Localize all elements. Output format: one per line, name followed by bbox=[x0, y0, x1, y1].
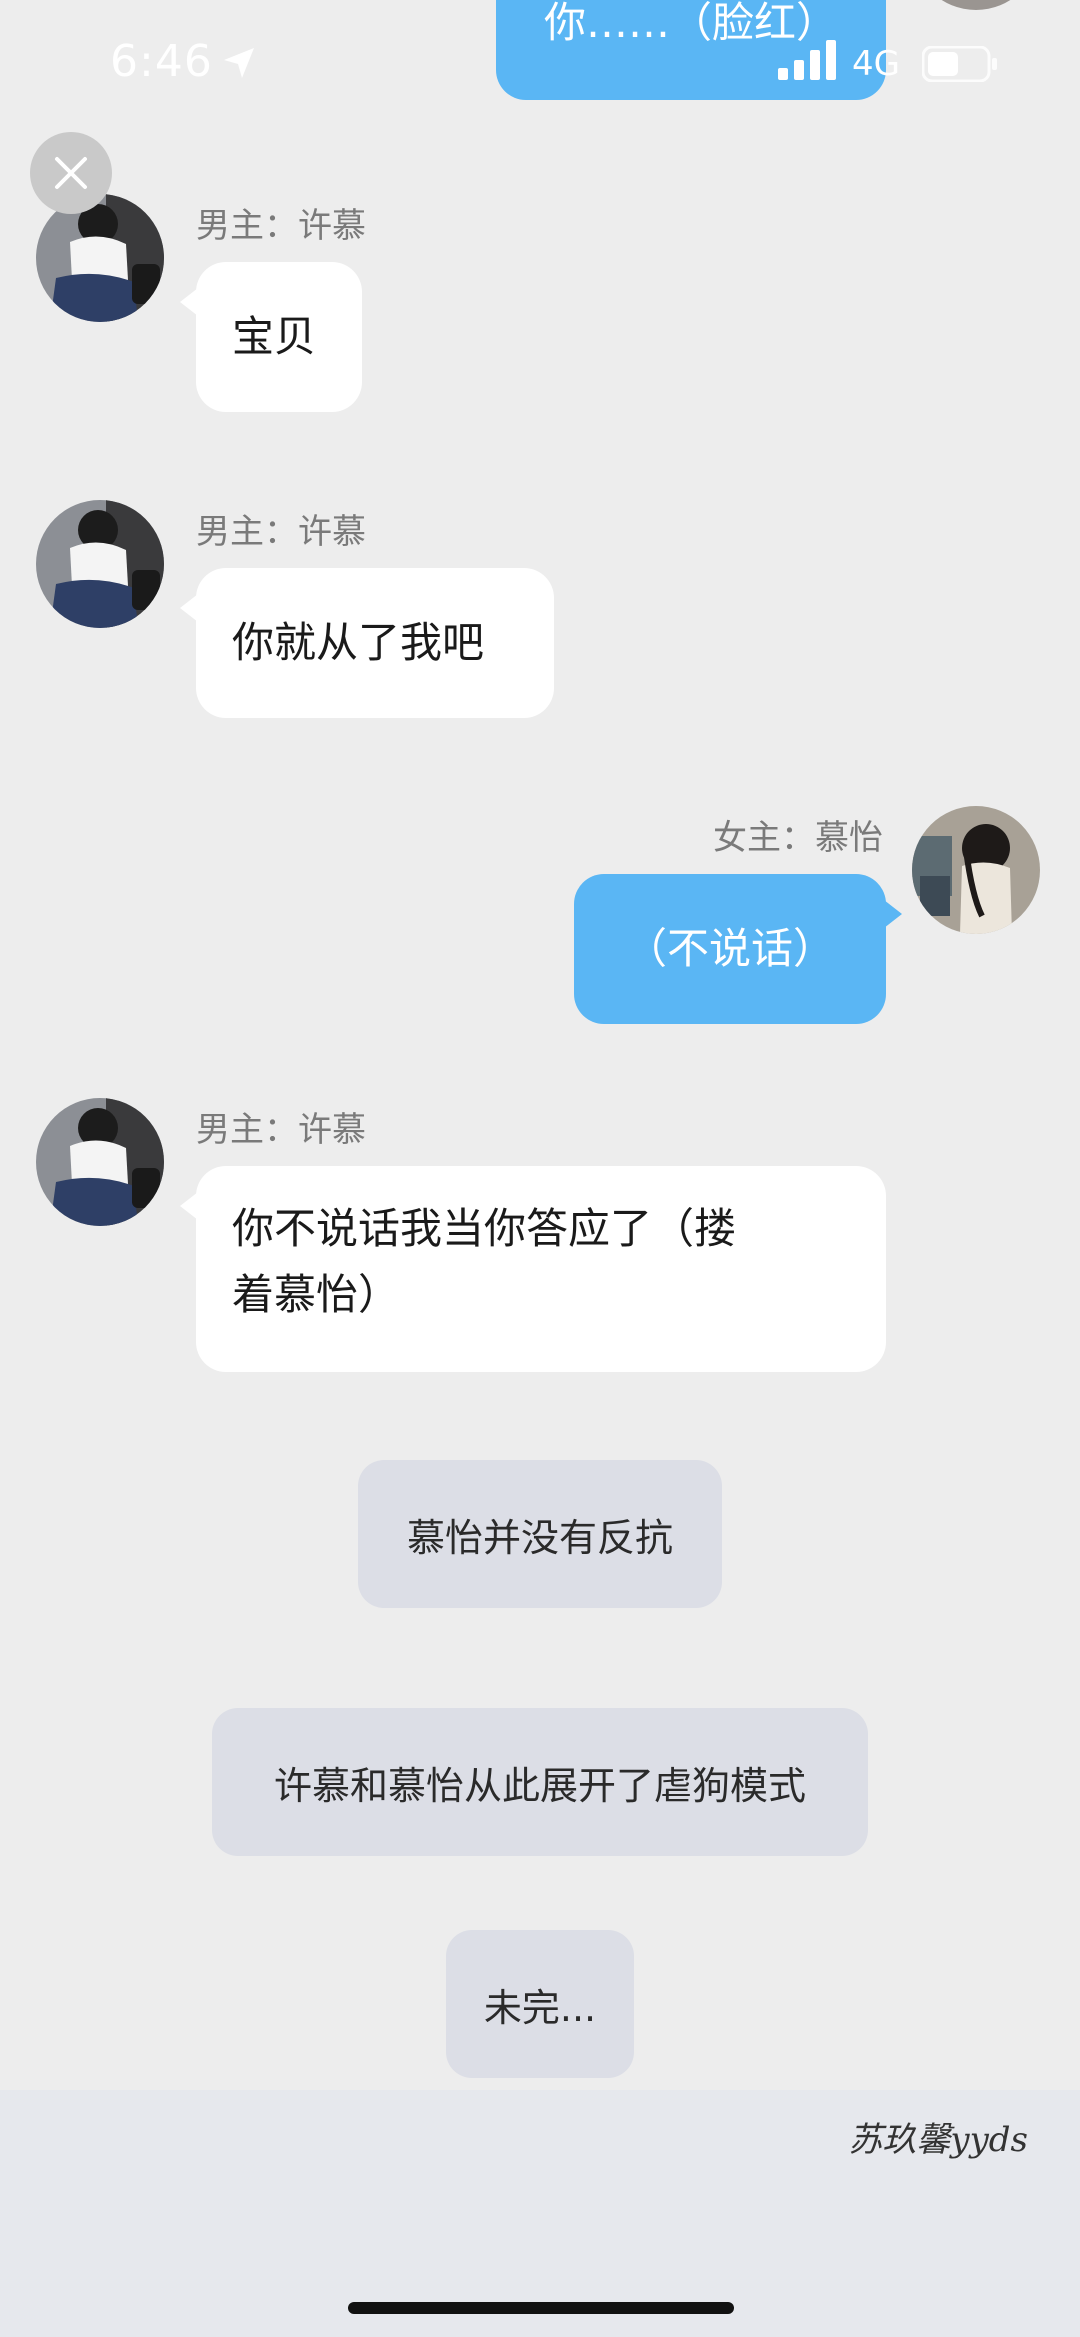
status-time: 6:46 bbox=[110, 36, 213, 87]
avatar-hero[interactable] bbox=[36, 500, 164, 628]
system-message-text: 慕怡并没有反抗 bbox=[406, 1515, 673, 1560]
sender-name: 女主：慕怡 bbox=[713, 818, 883, 858]
sender-name: 男主：许慕 bbox=[196, 206, 366, 246]
home-indicator[interactable] bbox=[348, 2302, 734, 2314]
avatar-heroine[interactable] bbox=[912, 806, 1040, 934]
status-bar: 6:46 4G bbox=[0, 0, 1080, 130]
message-text: （不说话） bbox=[624, 924, 835, 973]
bubble-tail bbox=[180, 288, 198, 316]
bubble-tail bbox=[884, 900, 902, 928]
system-message: 未完... bbox=[446, 1930, 634, 2078]
bubble-tail bbox=[180, 594, 198, 622]
close-icon bbox=[55, 157, 87, 189]
message-text-line: 你不说话我当你答应了（搂 bbox=[232, 1204, 737, 1253]
bubble-tail bbox=[180, 1192, 198, 1220]
watermark: 苏玖馨yyds bbox=[848, 2120, 1028, 2160]
close-button[interactable] bbox=[30, 132, 112, 214]
message-text-line: 着慕怡） bbox=[232, 1270, 401, 1319]
sender-name: 男主：许慕 bbox=[196, 512, 366, 552]
location-arrow-icon bbox=[224, 48, 254, 78]
avatar-hero[interactable] bbox=[36, 194, 164, 322]
system-message: 慕怡并没有反抗 bbox=[358, 1460, 722, 1608]
sender-name: 男主：许慕 bbox=[196, 1110, 366, 1150]
chat-bubble-m2: 你就从了我吧 bbox=[180, 568, 554, 718]
battery-icon bbox=[922, 46, 997, 82]
system-message: 许慕和慕怡从此展开了虐狗模式 bbox=[212, 1708, 868, 1856]
chat-bubble-m4: 你不说话我当你答应了（搂 着慕怡） bbox=[180, 1166, 886, 1372]
system-message-text: 未完... bbox=[483, 1985, 597, 2030]
message-text: 你就从了我吧 bbox=[232, 618, 485, 667]
chat-bubble-m3: （不说话） bbox=[574, 874, 902, 1024]
signal-icon bbox=[778, 40, 836, 80]
system-message-text: 许慕和慕怡从此展开了虐狗模式 bbox=[273, 1763, 806, 1808]
network-type: 4G bbox=[852, 44, 900, 84]
message-text: 宝贝 bbox=[232, 312, 317, 361]
chat-bubble-m1: 宝贝 bbox=[180, 262, 362, 412]
avatar-hero[interactable] bbox=[36, 1098, 164, 1226]
